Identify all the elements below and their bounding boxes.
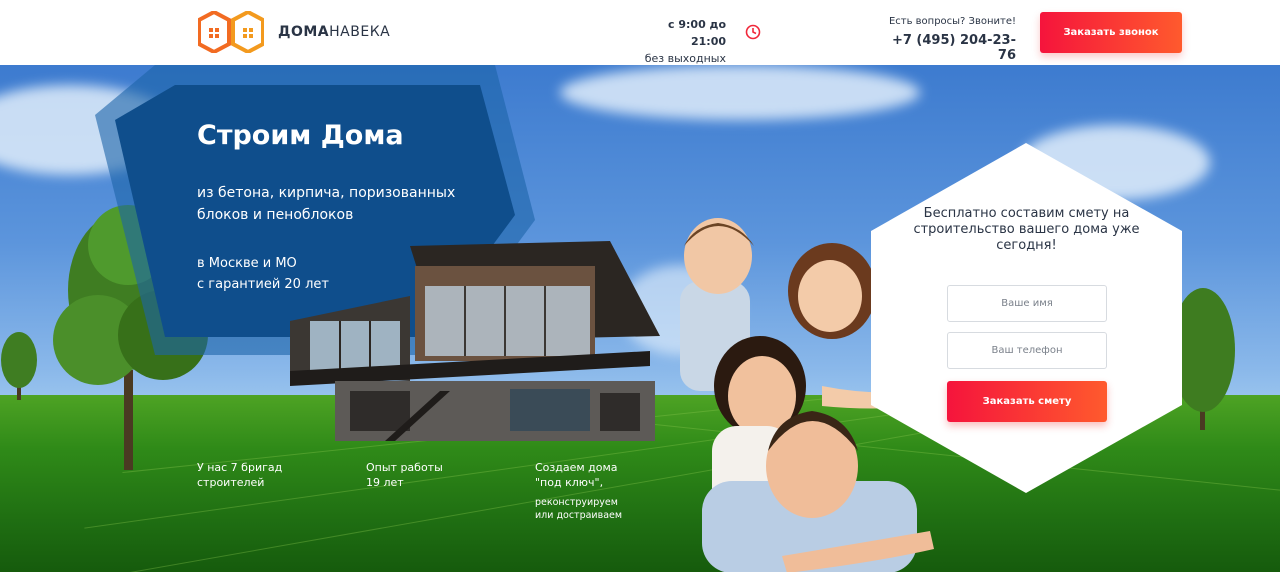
tree-small-image — [1, 332, 37, 400]
working-hours: с 9:00 до 21:00 без выходных — [630, 16, 726, 67]
feature-turnkey: Создаем дома "под ключ", реконструируем … — [535, 461, 623, 521]
form-title: Бесплатно составим смету на строительств… — [913, 206, 1140, 253]
house-logo-icon — [198, 11, 264, 53]
hours-time: с 9:00 до 21:00 — [668, 18, 726, 48]
contact-question: Есть вопросы? Звоните! — [888, 16, 1016, 27]
clock-icon — [745, 24, 761, 40]
feature-experience: Опыт работы 19 лет — [366, 461, 443, 489]
site-header: ДОМАНАВЕКА с 9:00 до 21:00 без выходных … — [0, 0, 1280, 65]
cloud — [560, 65, 920, 120]
modern-house-image — [290, 241, 660, 441]
order-estimate-button[interactable]: Заказать смету — [947, 381, 1107, 422]
name-field[interactable] — [947, 285, 1107, 322]
logo-text: ДОМАНАВЕКА — [278, 24, 391, 40]
feature-brigades: У нас 7 бригад строителей — [197, 461, 283, 489]
contact-block: Есть вопросы? Звоните! +7 (495) 204-23-7… — [880, 15, 1016, 63]
order-call-button[interactable]: Заказать звонок — [1040, 12, 1182, 53]
hero-section: Строим Дома из бетона, кирпича, поризова… — [0, 65, 1280, 572]
phone-number[interactable]: +7 (495) 204-23-76 — [880, 33, 1016, 63]
hero-title: Строим Дома — [197, 120, 404, 151]
estimate-form: Бесплатно составим смету на строительств… — [871, 143, 1182, 493]
logo[interactable]: ДОМАНАВЕКА — [198, 11, 390, 53]
phone-field[interactable] — [947, 332, 1107, 369]
hero-subtitle: из бетона, кирпича, поризованных блоков … — [197, 185, 456, 223]
